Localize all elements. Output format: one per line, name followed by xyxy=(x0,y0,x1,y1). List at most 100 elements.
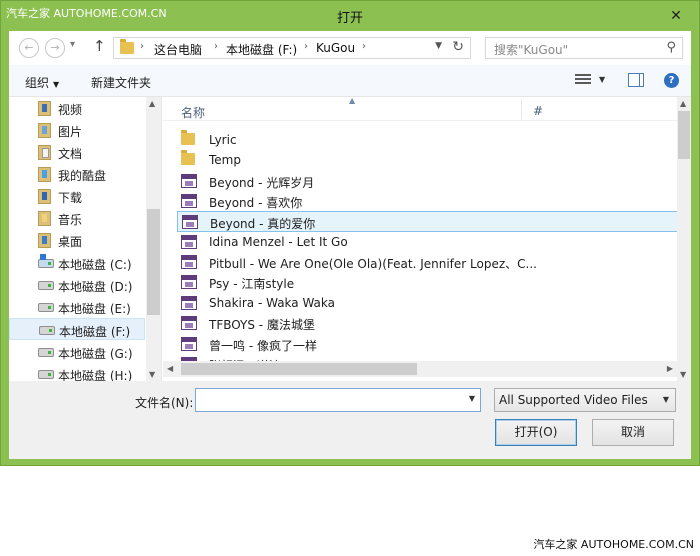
sidebar-item-videos[interactable]: 视频 xyxy=(9,97,145,119)
list-item[interactable]: Temp xyxy=(177,150,687,171)
mp3-file-icon xyxy=(181,296,197,310)
breadcrumb-chevron-icon[interactable]: › xyxy=(304,41,308,52)
scrollbar-thumb[interactable] xyxy=(678,111,690,159)
sidebar-item-music[interactable]: 音乐 xyxy=(9,207,145,229)
sidebar-item-label: 本地磁盘 (F:) xyxy=(59,325,131,339)
scroll-right-icon[interactable]: ▶ xyxy=(667,364,673,373)
sidebar-item-drive-g[interactable]: 本地磁盘 (G:) xyxy=(9,341,145,363)
cancel-button[interactable]: 取消 xyxy=(592,419,674,446)
column-header-number[interactable]: # xyxy=(533,104,543,118)
list-item[interactable]: Shakira - Waka Waka xyxy=(177,293,687,314)
column-header-row: 名称 ▲ # xyxy=(163,97,677,121)
back-button[interactable]: ← xyxy=(19,38,39,58)
system-drive-icon xyxy=(38,254,54,268)
file-name: 曾一鸣 - 像疯了一样 xyxy=(209,339,317,353)
filename-input[interactable]: ▼ xyxy=(195,388,481,412)
file-type-select[interactable]: All Supported Video Files ▼ xyxy=(494,388,676,412)
help-icon[interactable]: ? xyxy=(664,73,679,88)
scrollbar-thumb[interactable] xyxy=(147,209,160,315)
breadcrumb-chevron-icon[interactable]: › xyxy=(362,41,366,52)
sidebar-item-desktop[interactable]: 桌面 xyxy=(9,229,145,251)
file-name: Pitbull - We Are One(Ole Ola)(Feat. Jenn… xyxy=(209,257,537,271)
forward-button[interactable]: → xyxy=(45,38,65,58)
new-folder-button[interactable]: 新建文件夹 xyxy=(91,74,151,91)
address-history-dropdown[interactable]: ▼ xyxy=(435,41,442,51)
sidebar-item-drive-c[interactable]: 本地磁盘 (C:) xyxy=(9,252,145,274)
breadcrumb-chevron-icon[interactable]: › xyxy=(214,41,218,52)
sidebar-item-drive-d[interactable]: 本地磁盘 (D:) xyxy=(9,274,145,296)
address-bar[interactable]: › 这台电脑 › 本地磁盘 (F:) › KuGou › ▼ ↻ xyxy=(113,37,471,59)
up-button[interactable]: ↑ xyxy=(93,37,106,55)
sidebar-item-pictures[interactable]: 图片 xyxy=(9,119,145,141)
list-item[interactable]: Beyond - 喜欢你 xyxy=(177,191,687,212)
navigation-pane-scrollbar[interactable]: ▲ ▼ xyxy=(146,97,161,381)
file-list: 名称 ▲ # Lyric Temp Beyond - 光辉岁月 Beyond -… xyxy=(163,97,691,381)
scroll-up-icon[interactable]: ▲ xyxy=(149,99,155,108)
breadcrumb-chevron-icon[interactable]: › xyxy=(140,41,144,52)
column-divider[interactable] xyxy=(521,99,522,119)
drive-icon xyxy=(38,370,54,379)
view-dropdown-icon[interactable]: ▼ xyxy=(599,75,605,84)
list-item[interactable]: Beyond - 光辉岁月 xyxy=(177,171,687,192)
scrollbar-thumb[interactable] xyxy=(181,363,417,375)
refresh-icon[interactable]: ↻ xyxy=(452,39,464,55)
sidebar-item-drive-e[interactable]: 本地磁盘 (E:) xyxy=(9,296,145,318)
watermark-bottom: 汽车之家 AUTOHOME.COM.CN xyxy=(533,538,694,551)
navigation-pane: 视频 图片 文档 我的酷盘 下载 音乐 桌面 本地磁盘 (C:) 本地磁盘 (D… xyxy=(9,97,162,381)
sidebar-item-drive-h[interactable]: 本地磁盘 (H:) xyxy=(9,363,145,381)
list-item[interactable]: Pitbull - We Are One(Ole Ola)(Feat. Jenn… xyxy=(177,252,687,273)
list-item[interactable]: 曾一鸣 - 像疯了一样 xyxy=(177,334,687,355)
downloads-icon xyxy=(38,189,51,204)
breadcrumb-kugou[interactable]: KuGou xyxy=(316,41,355,55)
mp3-file-icon xyxy=(181,194,197,208)
sidebar-item-label: 视频 xyxy=(58,103,83,117)
file-name: TFBOYS - 魔法城堡 xyxy=(209,318,315,332)
scroll-up-icon[interactable]: ▲ xyxy=(680,99,686,108)
scroll-down-icon[interactable]: ▼ xyxy=(680,370,686,379)
file-list-vertical-scrollbar[interactable]: ▲ ▼ xyxy=(677,97,691,381)
sidebar-item-label: 图片 xyxy=(58,125,83,139)
sidebar-item-label: 我的酷盘 xyxy=(58,169,107,183)
folder-icon xyxy=(120,39,134,54)
sidebar-item-label: 音乐 xyxy=(58,213,83,227)
preview-pane-icon[interactable] xyxy=(628,73,644,87)
list-item[interactable]: TFBOYS - 魔法城堡 xyxy=(177,313,687,334)
breadcrumb-this-pc[interactable]: 这台电脑 xyxy=(154,41,202,58)
sidebar-item-documents[interactable]: 文档 xyxy=(9,141,145,163)
view-options-icon[interactable] xyxy=(575,74,591,86)
sidebar-item-cloud-drive[interactable]: 我的酷盘 xyxy=(9,163,145,185)
mp3-file-icon xyxy=(181,337,197,351)
file-name: Beyond - 真的爱你 xyxy=(210,217,316,231)
drive-icon xyxy=(38,348,54,357)
scroll-left-icon[interactable]: ◀ xyxy=(167,364,173,373)
scroll-down-icon[interactable]: ▼ xyxy=(149,370,155,379)
filename-history-dropdown-icon[interactable]: ▼ xyxy=(469,394,475,403)
sidebar-item-label: 本地磁盘 (D:) xyxy=(58,280,133,294)
list-item-selected[interactable]: Beyond - 真的爱你 xyxy=(177,211,687,232)
folder-icon xyxy=(181,130,195,145)
sidebar-item-downloads[interactable]: 下载 xyxy=(9,185,145,207)
list-item[interactable]: Idina Menzel - Let It Go xyxy=(177,232,687,253)
documents-library-icon xyxy=(38,145,51,160)
search-placeholder: 搜索"KuGou" xyxy=(494,43,569,57)
search-input[interactable]: 搜索"KuGou" ⚲ xyxy=(485,37,683,59)
recent-locations-dropdown[interactable]: ▾ xyxy=(70,39,75,50)
open-file-dialog: 打开 ✕ ← → ▾ ↑ › 这台电脑 › 本地磁盘 (F:) › KuGou … xyxy=(0,0,700,466)
file-name: Psy - 江南style xyxy=(209,277,295,291)
file-list-horizontal-scrollbar[interactable]: ◀ ▶ xyxy=(163,361,677,377)
sidebar-item-label: 桌面 xyxy=(58,235,83,249)
mp3-file-icon xyxy=(181,275,197,289)
column-header-name[interactable]: 名称 xyxy=(181,104,205,121)
organize-button[interactable]: 组织 ▼ xyxy=(25,74,59,91)
file-name: Temp xyxy=(209,153,241,167)
folder-icon xyxy=(181,150,195,165)
sort-ascending-icon: ▲ xyxy=(349,97,356,105)
list-item[interactable]: Lyric xyxy=(177,130,687,151)
open-button[interactable]: 打开(O) xyxy=(495,419,577,446)
close-button[interactable]: ✕ xyxy=(665,5,687,27)
search-icon[interactable]: ⚲ xyxy=(666,40,676,55)
sidebar-item-drive-f[interactable]: 本地磁盘 (F:) xyxy=(9,318,145,340)
list-item[interactable]: Psy - 江南style xyxy=(177,272,687,293)
breadcrumb-drive-f[interactable]: 本地磁盘 (F:) xyxy=(226,41,297,58)
mp3-file-icon xyxy=(181,235,197,249)
